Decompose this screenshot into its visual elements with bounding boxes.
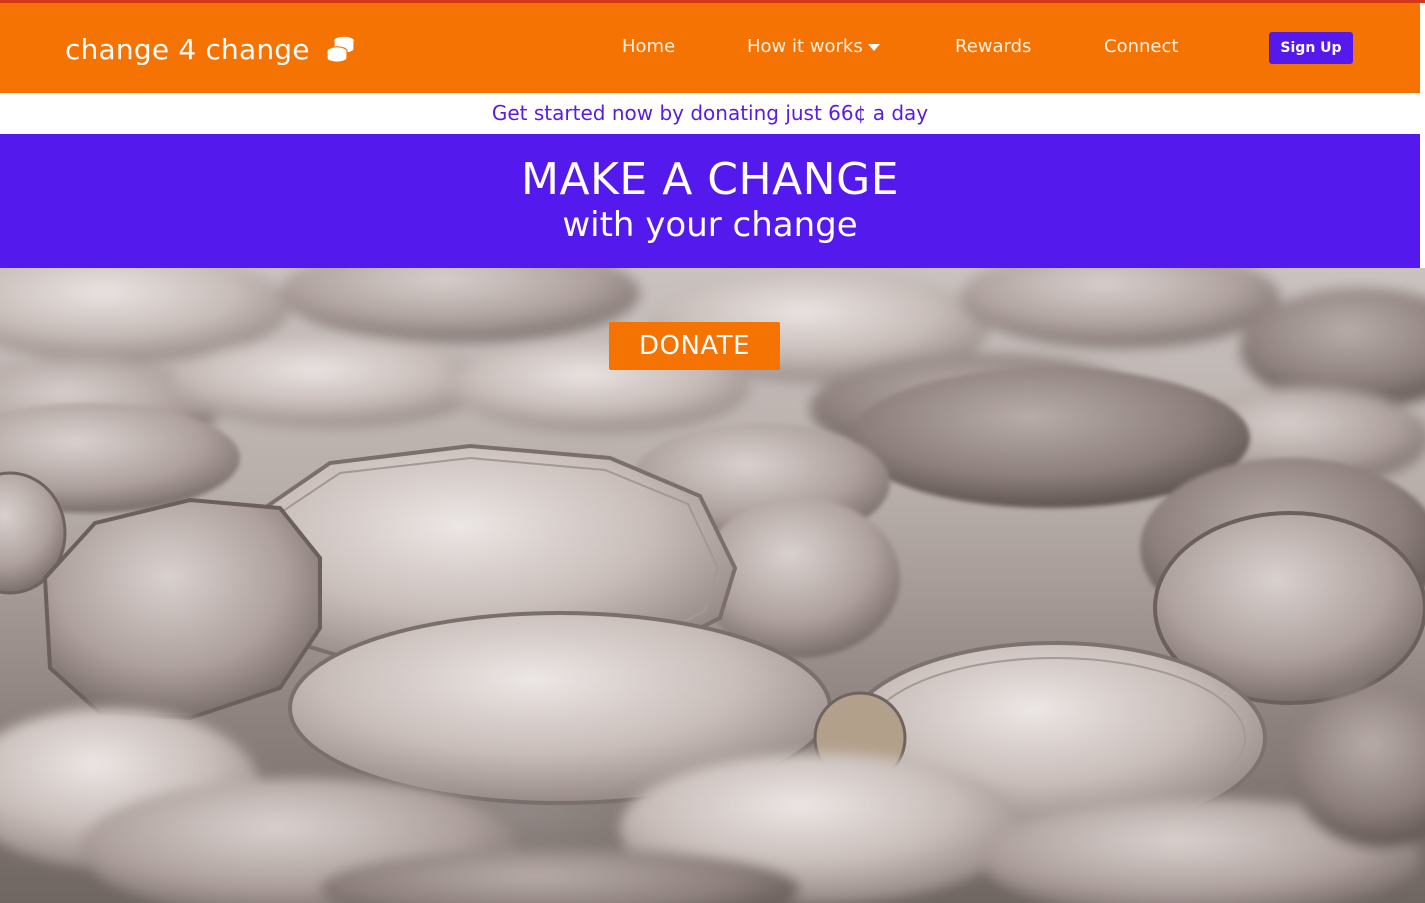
nav-how-it-works-label: How it works xyxy=(747,36,863,57)
hero-banner: MAKE A CHANGE with your change xyxy=(0,134,1420,268)
hero-title: MAKE A CHANGE xyxy=(520,154,899,205)
nav-connect[interactable]: Connect xyxy=(1104,36,1178,57)
main-nav: Home How it works Rewards Connect xyxy=(0,3,1420,93)
announcement-banner: Get started now by donating just 66¢ a d… xyxy=(0,93,1420,134)
nav-home[interactable]: Home xyxy=(622,36,675,57)
nav-home-label: Home xyxy=(622,36,676,57)
hero-subtitle: with your change xyxy=(562,205,858,245)
donate-button[interactable]: DONATE xyxy=(609,322,780,370)
nav-connect-label: Connect xyxy=(1104,36,1179,57)
page: change 4 change Home How it works Reward… xyxy=(0,0,1425,903)
nav-how-it-works[interactable]: How it works xyxy=(747,36,880,57)
caret-down-icon xyxy=(867,44,880,51)
scrollbar-gutter xyxy=(1420,3,1425,268)
navbar: change 4 change Home How it works Reward… xyxy=(0,3,1420,93)
nav-rewards[interactable]: Rewards xyxy=(955,36,1031,57)
signup-button[interactable]: Sign Up xyxy=(1269,32,1353,64)
announcement-text: Get started now by donating just 66¢ a d… xyxy=(491,101,929,125)
nav-rewards-label: Rewards xyxy=(955,36,1032,57)
